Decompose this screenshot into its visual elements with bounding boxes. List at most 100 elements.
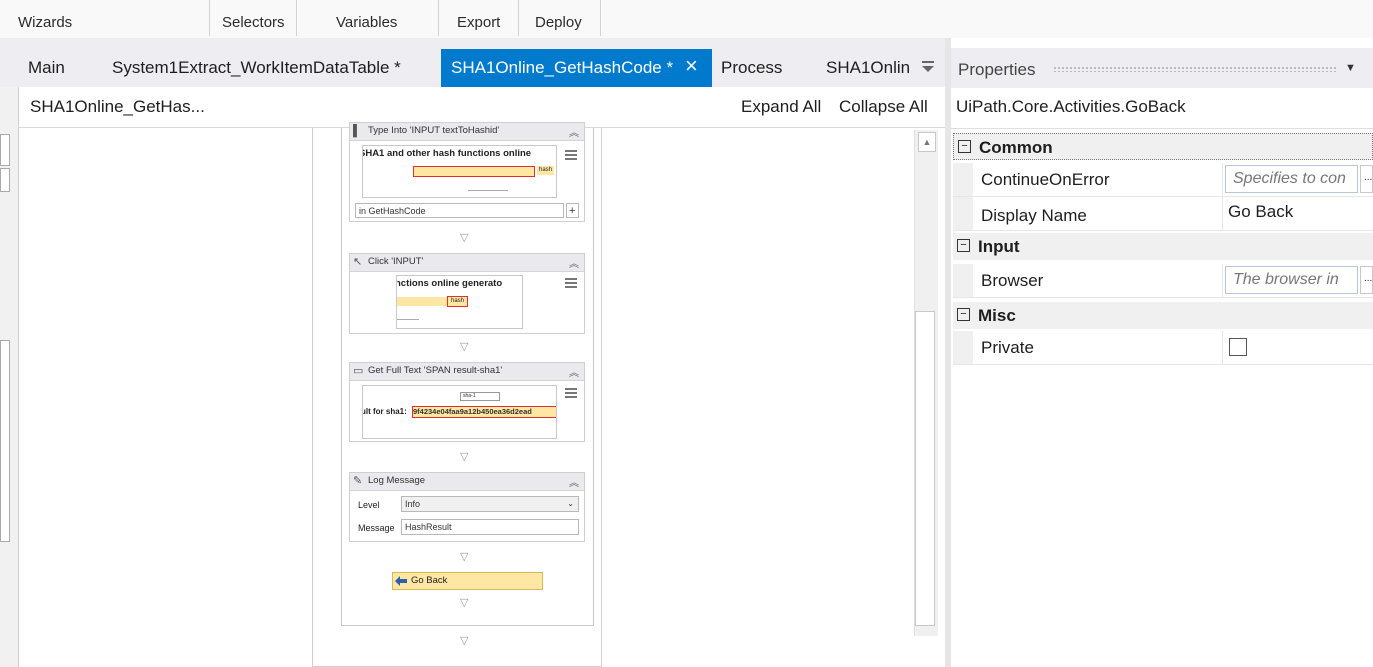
ribbon-group-selectors[interactable]: Selectors xyxy=(222,14,285,31)
ribbon-divider xyxy=(438,0,439,36)
continueonerror-input[interactable]: Specifies to con xyxy=(1225,165,1358,193)
continueonerror-more-button[interactable]: ... xyxy=(1360,165,1373,193)
collapse-chevron-icon[interactable]: ︽ xyxy=(569,364,579,379)
activity-type-name: UiPath.Core.Activities.GoBack xyxy=(956,97,1186,116)
preview-button-highlight: hash xyxy=(447,296,469,307)
collapse-chevron-icon[interactable]: ︽ xyxy=(569,255,579,270)
tab-system1extract[interactable]: System1Extract_WorkItemDataTable * xyxy=(112,58,401,78)
activity-type-into[interactable]: ▌ Type Into 'INPUT textToHashid' ︽ SHA1 … xyxy=(349,122,585,222)
message-input[interactable]: HashResult xyxy=(401,519,579,535)
displayname-input[interactable]: Go Back xyxy=(1228,202,1293,222)
preview-line xyxy=(468,187,508,191)
category-label: Common xyxy=(979,138,1053,157)
tab-sha1online-gethashcode[interactable]: SHA1Online_GetHashCode * × xyxy=(441,49,712,87)
close-icon[interactable]: × xyxy=(685,54,698,78)
activity-header: ✎ Log Message ︽ xyxy=(350,473,584,491)
flow-arrow-icon: ▽ xyxy=(460,451,469,463)
property-row-displayname: Display Name Go Back xyxy=(953,197,1373,231)
dropdown-arrow-icon[interactable]: ▼ xyxy=(1345,62,1356,74)
preview-line xyxy=(397,316,419,320)
log-message-icon: ✎ xyxy=(353,475,363,487)
level-label: Level xyxy=(358,500,380,510)
screenshot-preview: SHA1 and other hash functions online has… xyxy=(362,145,557,198)
breadcrumb[interactable]: SHA1Online_GetHas... xyxy=(30,97,205,117)
ribbon-group-export[interactable]: Export xyxy=(457,14,500,31)
ribbon: Wizards Selectors Variables Export Deplo… xyxy=(0,0,1373,39)
tab-label: SHA1Online_GetHashCode * xyxy=(451,58,674,77)
menu-icon[interactable] xyxy=(565,150,577,160)
category-input[interactable]: − Input xyxy=(953,233,1373,260)
scroll-up-icon[interactable]: ▲ xyxy=(918,132,936,152)
property-row-private: Private xyxy=(953,331,1373,365)
tab-sha1online-2[interactable]: SHA1Onlin xyxy=(826,58,918,78)
collapse-chevron-icon[interactable]: ︽ xyxy=(569,124,579,139)
level-select[interactable]: Info ⌄ xyxy=(401,496,579,512)
preview-heading: SHA1 and other hash functions online xyxy=(362,148,532,159)
private-checkbox[interactable] xyxy=(1229,338,1247,356)
activity-title: Type Into 'INPUT textToHashid' xyxy=(368,125,500,136)
tab-process[interactable]: Process xyxy=(721,58,782,78)
left-panel-field[interactable] xyxy=(0,134,10,166)
back-arrow-icon xyxy=(395,576,407,586)
expand-all-button[interactable]: Expand All xyxy=(741,97,821,117)
activity-title: Log Message xyxy=(368,475,426,486)
row-gutter xyxy=(953,163,973,196)
activity-click[interactable]: ↖ Click 'INPUT' ︽ nctions online generat… xyxy=(349,253,585,334)
collapse-icon[interactable]: − xyxy=(957,239,970,252)
category-label: Misc xyxy=(978,306,1016,325)
activity-get-full-text[interactable]: ▭ Get Full Text 'SPAN result-sha1' ︽ sha… xyxy=(349,362,585,442)
left-panel-field[interactable] xyxy=(0,340,10,542)
activity-header: ▭ Get Full Text 'SPAN result-sha1' ︽ xyxy=(350,363,584,381)
left-panel-field[interactable] xyxy=(0,168,10,192)
type-into-icon: ▌ xyxy=(353,125,361,137)
row-gutter xyxy=(953,264,973,297)
grip-dots[interactable] xyxy=(1053,66,1336,72)
activity-header: ↖ Click 'INPUT' ︽ xyxy=(350,254,584,272)
chevron-down-icon: ⌄ xyxy=(567,499,574,508)
screenshot-preview: sha-1 ult for sha1: 9f4234e04faa9a12b450… xyxy=(362,385,557,439)
column-divider xyxy=(1222,331,1223,364)
browser-input[interactable]: The browser in xyxy=(1225,266,1358,294)
browser-more-button[interactable]: ... xyxy=(1360,266,1373,294)
activity-go-back[interactable]: Go Back xyxy=(392,572,543,590)
column-divider xyxy=(1222,264,1223,297)
menu-icon[interactable] xyxy=(565,388,577,398)
collapse-icon[interactable]: − xyxy=(957,308,970,321)
message-label: Message xyxy=(358,523,395,533)
activity-title: Get Full Text 'SPAN result-sha1' xyxy=(368,365,503,376)
ribbon-group-deploy[interactable]: Deploy xyxy=(535,14,582,31)
row-gutter xyxy=(953,197,973,230)
menu-icon[interactable] xyxy=(565,278,577,288)
add-button[interactable]: + xyxy=(566,203,579,218)
flow-arrow-icon: ▽ xyxy=(460,551,469,563)
collapse-all-button[interactable]: Collapse All xyxy=(839,97,928,117)
tab-main[interactable]: Main xyxy=(28,58,65,78)
properties-divider xyxy=(951,128,1373,129)
collapse-chevron-icon[interactable]: ︽ xyxy=(569,474,579,489)
activity-log-message[interactable]: ✎ Log Message ︽ Level Info ⌄ Message Has… xyxy=(349,472,585,542)
level-value: Info xyxy=(405,499,421,509)
collapse-icon[interactable]: − xyxy=(958,140,971,153)
property-row-browser: Browser The browser in ... xyxy=(953,264,1373,298)
preview-label: ult for sha1: xyxy=(362,407,407,416)
property-name: ContinueOnError xyxy=(981,170,1110,189)
ribbon-group-variables[interactable]: Variables xyxy=(336,14,397,31)
scrollbar-thumb[interactable] xyxy=(915,311,935,626)
category-misc[interactable]: − Misc xyxy=(953,302,1373,329)
properties-title: Properties xyxy=(958,60,1036,79)
property-name: Private xyxy=(981,338,1034,357)
category-common[interactable]: − Common xyxy=(953,133,1373,160)
ribbon-divider xyxy=(296,0,297,36)
preview-input-highlight xyxy=(413,166,535,177)
tab-overflow-icon[interactable] xyxy=(921,60,935,74)
flow-arrow-icon: ▽ xyxy=(460,635,469,647)
ribbon-group-wizards[interactable]: Wizards xyxy=(18,14,72,31)
ribbon-divider xyxy=(518,0,519,36)
property-name: Browser xyxy=(981,271,1044,290)
column-divider xyxy=(1222,163,1223,196)
text-input-field[interactable]: in GetHashCode xyxy=(355,203,564,218)
screenshot-preview: nctions online generato hash xyxy=(396,275,523,329)
property-row-continueonerror: ContinueOnError Specifies to con ... xyxy=(953,163,1373,197)
column-divider xyxy=(1222,197,1223,230)
flow-arrow-icon: ▽ xyxy=(460,232,469,244)
